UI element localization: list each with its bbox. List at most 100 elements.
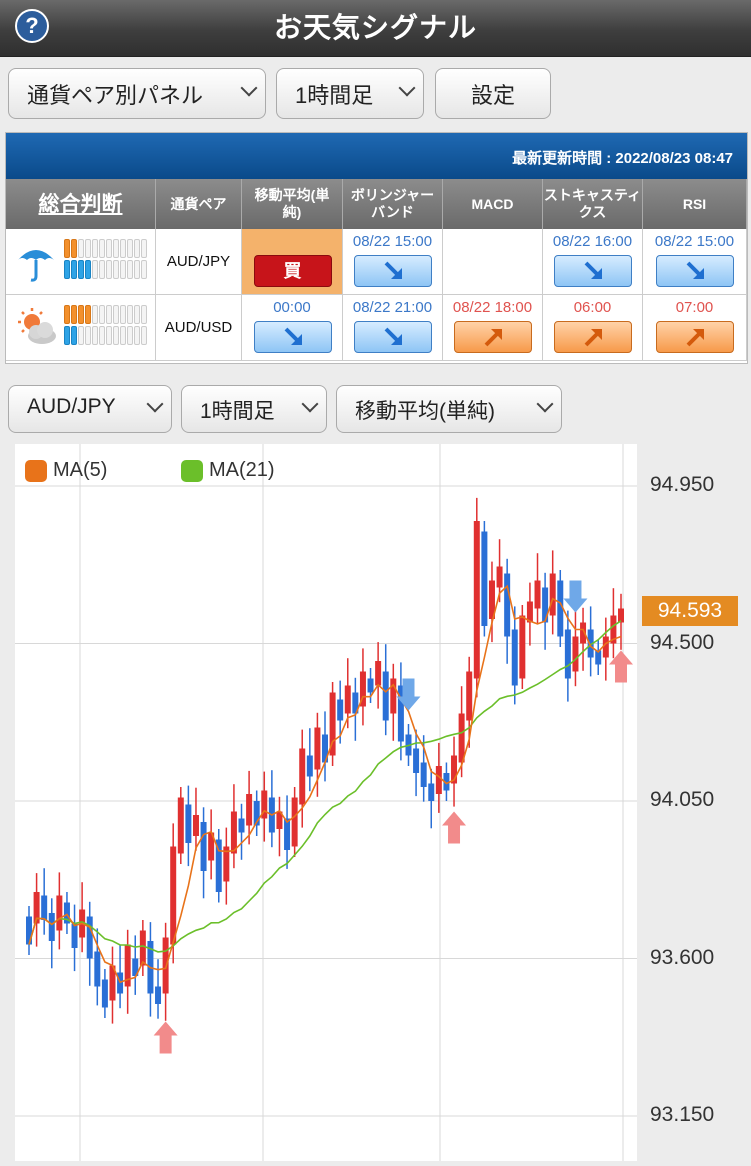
signal-time: 00:00 bbox=[273, 299, 311, 316]
buy-signal-button[interactable]: 買 bbox=[253, 255, 332, 287]
timeframe-label: 1時間足 bbox=[295, 83, 374, 108]
chart-timeframe-select[interactable]: 1時間足 bbox=[181, 385, 327, 433]
chart-pair-select[interactable]: AUD/JPY bbox=[8, 385, 172, 433]
strength-segment bbox=[141, 305, 147, 324]
sell-signal-button[interactable] bbox=[554, 255, 632, 287]
buy-trend-button[interactable] bbox=[454, 321, 532, 353]
currency-pair-label: AUD/USD bbox=[164, 319, 233, 336]
chevron-down-icon bbox=[146, 395, 164, 413]
candle-body bbox=[572, 636, 579, 672]
signal-time: 08/22 21:00 bbox=[352, 299, 433, 316]
signal-cell[interactable]: 00:00 bbox=[242, 295, 343, 361]
buy-trend-button[interactable] bbox=[554, 321, 632, 353]
strength-segment bbox=[78, 305, 84, 324]
timeframe-select[interactable]: 1時間足 bbox=[276, 68, 424, 119]
sell-signal-button[interactable] bbox=[354, 321, 432, 353]
arrow-down-right-icon bbox=[686, 261, 704, 279]
arrow-down-right-icon bbox=[584, 261, 602, 279]
legend-ma5-label: MA(5) bbox=[53, 459, 108, 481]
signal-cell[interactable]: 買 bbox=[242, 229, 343, 295]
signal-cell[interactable]: 08/22 15:00 bbox=[343, 229, 443, 295]
candle-body bbox=[101, 979, 108, 1008]
strength-segment bbox=[120, 326, 126, 345]
chevron-down-icon bbox=[536, 395, 554, 413]
strength-segment bbox=[134, 239, 140, 258]
strength-segment bbox=[64, 305, 70, 324]
y-tick-label: 93.150 bbox=[650, 1103, 715, 1126]
chart-indicator-select[interactable]: 移動平均(単純) bbox=[336, 385, 562, 433]
candle-body bbox=[306, 755, 313, 777]
signal-cell[interactable]: 08/22 15:00 bbox=[643, 229, 747, 295]
candle-body bbox=[428, 783, 435, 801]
candle-body bbox=[26, 916, 32, 945]
candle-body bbox=[511, 629, 518, 686]
chart-indicator-label: 移動平均(単純) bbox=[355, 400, 495, 423]
ma21-line bbox=[28, 620, 622, 953]
strength-segment bbox=[113, 326, 119, 345]
strength-segment bbox=[78, 260, 84, 279]
signal-time: 08/22 16:00 bbox=[552, 233, 633, 250]
sell-signal-button[interactable] bbox=[656, 255, 734, 287]
chevron-down-icon bbox=[398, 79, 416, 97]
candle-body bbox=[192, 815, 199, 836]
panel-header: 最新更新時間 : 2022/08/23 08:47 bbox=[6, 133, 747, 179]
strength-segment bbox=[134, 305, 140, 324]
candle-body bbox=[246, 794, 253, 826]
candle-body bbox=[519, 615, 526, 679]
settings-button[interactable]: 設定 bbox=[435, 68, 551, 119]
sell-signal-button[interactable] bbox=[253, 321, 332, 353]
signal-strength-meter bbox=[64, 305, 154, 347]
strength-segment bbox=[92, 239, 98, 258]
strength-segment bbox=[99, 305, 105, 324]
strength-segment bbox=[127, 326, 133, 345]
strength-segment bbox=[64, 326, 70, 345]
strength-segment bbox=[141, 326, 147, 345]
candle-body bbox=[420, 762, 427, 787]
candle-body bbox=[344, 685, 351, 714]
sell-signal-button[interactable] bbox=[354, 255, 432, 287]
column-header-4: MACD bbox=[443, 179, 543, 229]
candle-body bbox=[71, 923, 78, 948]
candle-body bbox=[382, 671, 389, 721]
candle-body bbox=[618, 608, 624, 623]
candle-body bbox=[86, 916, 93, 959]
signal-cell[interactable]: 08/22 21:00 bbox=[343, 295, 443, 361]
arrow-down-right-icon bbox=[284, 327, 302, 345]
strength-segment bbox=[106, 326, 112, 345]
strength-segment bbox=[64, 239, 70, 258]
column-header-3: ボリンジャー バンド bbox=[343, 179, 443, 229]
candle-body bbox=[200, 822, 207, 871]
signal-cell[interactable]: 06:00 bbox=[543, 295, 643, 361]
sun-cloud-icon bbox=[18, 308, 56, 344]
strength-segment bbox=[127, 239, 133, 258]
overall-judgement-cell bbox=[6, 229, 156, 295]
y-tick-label: 94.050 bbox=[650, 788, 715, 811]
y-tick-label: 94.950 bbox=[650, 473, 715, 496]
candle-body bbox=[481, 531, 488, 626]
column-header-0[interactable]: 総合判断 bbox=[6, 179, 156, 229]
candle-body bbox=[56, 895, 63, 931]
chart-pair-label: AUD/JPY bbox=[27, 395, 116, 418]
buy-signal-arrow bbox=[442, 811, 467, 844]
currency-pair-cell: AUD/USD bbox=[156, 295, 242, 361]
strength-segment bbox=[92, 305, 98, 324]
buy-signal-arrow bbox=[609, 650, 633, 683]
candle-body bbox=[94, 951, 101, 987]
panel-mode-select[interactable]: 通貨ペア別パネル bbox=[8, 68, 266, 119]
strength-segment bbox=[113, 239, 119, 258]
strength-segment bbox=[106, 239, 112, 258]
candle-body bbox=[496, 566, 503, 588]
signal-cell[interactable]: 07:00 bbox=[643, 295, 747, 361]
ma5-swatch bbox=[25, 459, 47, 482]
strength-segment bbox=[85, 305, 91, 324]
signal-cell[interactable]: 08/22 18:00 bbox=[443, 295, 543, 361]
chart-canvas[interactable] bbox=[15, 444, 637, 1161]
strength-segment bbox=[71, 305, 77, 324]
strength-segment bbox=[134, 260, 140, 279]
buy-trend-button[interactable] bbox=[656, 321, 734, 353]
overall-judgement-cell bbox=[6, 295, 156, 361]
price-chart[interactable]: MA(5) MA(21) bbox=[15, 444, 637, 1161]
signal-cell[interactable]: 08/22 16:00 bbox=[543, 229, 643, 295]
strength-segment bbox=[92, 326, 98, 345]
chevron-down-icon bbox=[240, 79, 258, 97]
